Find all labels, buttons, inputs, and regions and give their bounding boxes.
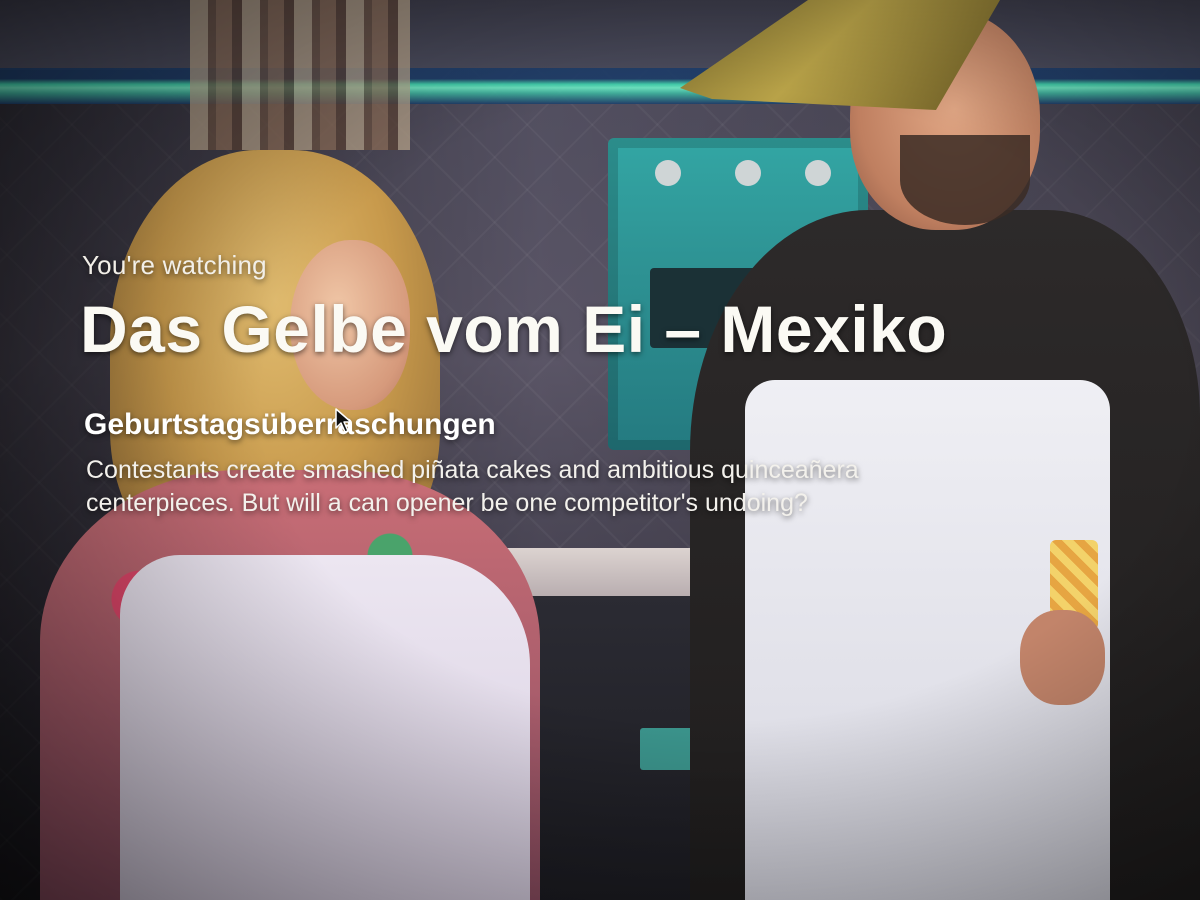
- mouse-pointer-icon: [335, 408, 352, 433]
- episode-title: Geburtstagsüberraschungen: [84, 408, 496, 442]
- video-player-screen[interactable]: You're watching Das Gelbe vom Ei – Mexik…: [0, 0, 1200, 900]
- show-title: Das Gelbe vom Ei – Mexiko: [80, 292, 948, 366]
- episode-description: Contestants create smashed piñata cakes …: [86, 456, 859, 517]
- youre-watching-label: You're watching: [82, 250, 267, 280]
- now-playing-overlay: You're watching Das Gelbe vom Ei – Mexik…: [80, 250, 1180, 519]
